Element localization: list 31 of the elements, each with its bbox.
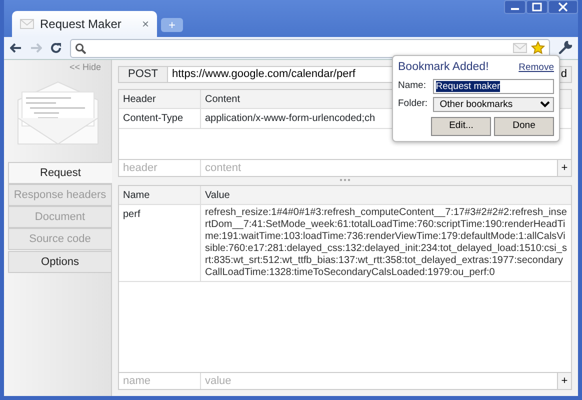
star-icon[interactable]: [531, 41, 545, 55]
column-header: Name: [123, 190, 150, 201]
sidebar-tab[interactable]: Request: [8, 162, 112, 184]
table-cell: refresh_resize:1#4#0#1#3:refresh_computeContent__7:17#3#2#2#2:refresh_insertDom__7:41:SetMode_week:61:totalLoadTime:760:scriptTime:190:renderHeadTime:191:waitTime:103:loadTime:736:renderViewTime:179:defaultMode:1:allCalsVisible:760:e17:281:delayed_css:132:delayed_init:234:tot_delayed_load:1510:csi_srt:835:wt_srt:512:wt_ttfb_bias:137:wt_rtt:358:tot_delayed_extras:1977:secondaryCallLoadTime:1328:timeToSecondaryCalsLoaded:1979:ou_perf:0: [205, 207, 567, 279]
browser-tab[interactable]: Request Maker ×: [12, 11, 157, 37]
resize-handle-icon[interactable]: [340, 179, 350, 182]
method-selector[interactable]: POST: [118, 66, 168, 83]
field-label: Folder:: [398, 97, 429, 112]
reload-icon[interactable]: [50, 42, 62, 54]
minimize-icon[interactable]: [504, 0, 526, 14]
back-arrow-icon[interactable]: [10, 43, 22, 53]
close-tab-button[interactable]: ×: [142, 15, 149, 33]
column-header: Content: [205, 94, 240, 105]
table-cell: Content-Type: [123, 113, 184, 124]
bookmark-title-field[interactable]: Request maker: [432, 79, 554, 94]
table-cell: perf: [123, 209, 140, 220]
tab-title: Request Maker: [40, 16, 122, 33]
column-header: Value: [205, 190, 230, 201]
bubble-button[interactable]: Edit...: [431, 117, 492, 136]
column-header: Header: [123, 94, 156, 105]
folder-dropdown[interactable]: Other bookmarks: [432, 96, 554, 112]
envelope-icon: [20, 19, 34, 29]
table-cell: application/x-www-form-urlencoded;ch: [205, 113, 376, 124]
bubble-button[interactable]: Done: [494, 117, 554, 136]
wrench-icon[interactable]: [558, 41, 572, 55]
close-icon[interactable]: [548, 0, 578, 14]
add-button[interactable]: +: [557, 373, 571, 389]
add-button[interactable]: +: [557, 160, 571, 176]
search-icon: [75, 42, 86, 54]
maximize-icon[interactable]: [526, 0, 548, 14]
sidebar-tab[interactable]: Options: [8, 250, 111, 272]
